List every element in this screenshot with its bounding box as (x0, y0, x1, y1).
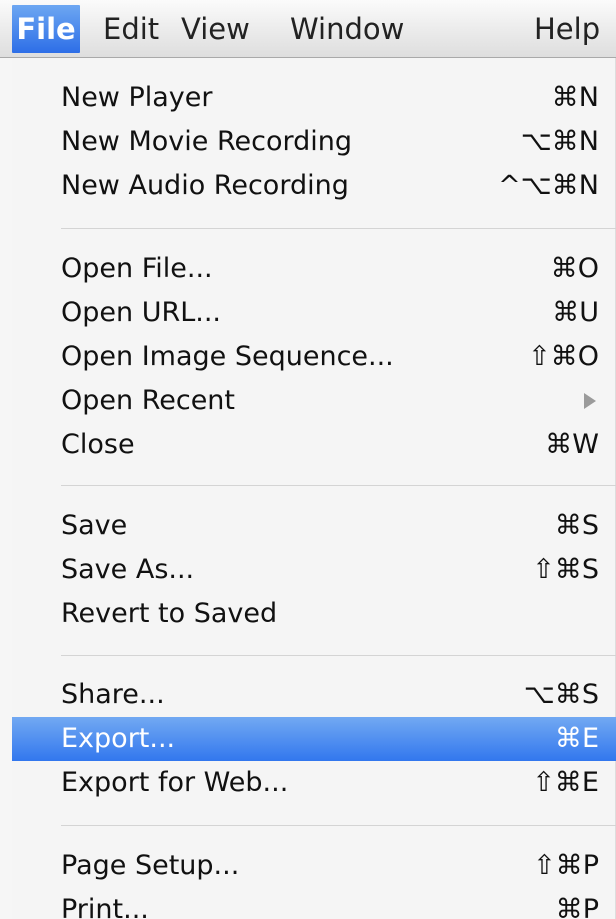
menu-item-open-file[interactable]: Open File... ⌘O (12, 247, 616, 291)
menu-item-label: Open Recent (61, 385, 236, 416)
keyboard-shortcut: ⌘O (550, 253, 599, 284)
menu-item-new-player[interactable]: New Player ⌘N (12, 76, 616, 120)
menu-item-label: Save (61, 510, 128, 541)
menu-item-print[interactable]: Print... ⌘P (12, 888, 616, 919)
menu-item-export[interactable]: Export... ⌘E (12, 717, 616, 761)
menu-item-label: Save As... (61, 554, 195, 585)
submenu-arrow-icon (584, 393, 596, 409)
keyboard-shortcut: ⌘W (545, 429, 599, 460)
keyboard-shortcut: ⌘P (555, 894, 599, 919)
menu-item-label: Open File... (61, 253, 213, 284)
menu-item-label: Print... (61, 894, 149, 919)
menu-separator (61, 485, 616, 486)
menu-window[interactable]: Window (290, 5, 404, 53)
menu-item-save[interactable]: Save ⌘S (12, 504, 616, 548)
keyboard-shortcut: ^⌥⌘N (498, 170, 599, 201)
menu-item-label: New Movie Recording (61, 126, 353, 157)
menu-bar: File Edit View Window Help (0, 0, 616, 58)
menu-separator (61, 228, 616, 229)
file-menu-dropdown: New Player ⌘N New Movie Recording ⌥⌘N Ne… (12, 58, 616, 919)
keyboard-shortcut: ⇧⌘P (533, 850, 599, 881)
menu-separator (61, 655, 616, 656)
menu-item-page-setup[interactable]: Page Setup... ⇧⌘P (12, 844, 616, 888)
keyboard-shortcut: ⌘U (552, 297, 599, 328)
menu-item-label: Close (61, 429, 135, 460)
menu-item-label: Open Image Sequence... (61, 341, 394, 372)
menu-item-label: Export... (61, 723, 176, 754)
menu-item-open-image-sequence[interactable]: Open Image Sequence... ⇧⌘O (12, 335, 616, 379)
menu-item-new-audio-recording[interactable]: New Audio Recording ^⌥⌘N (12, 164, 616, 208)
menu-item-close[interactable]: Close ⌘W (12, 423, 616, 467)
menu-item-open-recent[interactable]: Open Recent (12, 379, 616, 423)
keyboard-shortcut: ⌘N (551, 82, 599, 113)
menu-item-share[interactable]: Share... ⌥⌘S (12, 673, 616, 717)
menu-item-label: New Player (61, 82, 213, 113)
menu-item-revert-to-saved[interactable]: Revert to Saved (12, 592, 616, 636)
keyboard-shortcut: ⌘E (554, 723, 599, 754)
menu-item-label: Export for Web... (61, 767, 289, 798)
menu-file[interactable]: File (12, 5, 80, 53)
menu-item-label: Page Setup... (61, 850, 240, 881)
keyboard-shortcut: ⇧⌘O (528, 341, 599, 372)
keyboard-shortcut: ⌘S (554, 510, 599, 541)
menu-item-open-url[interactable]: Open URL... ⌘U (12, 291, 616, 335)
menu-separator (61, 825, 616, 826)
menu-item-save-as[interactable]: Save As... ⇧⌘S (12, 548, 616, 592)
menu-view[interactable]: View (181, 5, 250, 53)
menu-edit[interactable]: Edit (103, 5, 159, 53)
keyboard-shortcut: ⌥⌘S (523, 679, 599, 710)
menu-item-new-movie-recording[interactable]: New Movie Recording ⌥⌘N (12, 120, 616, 164)
menu-item-label: Revert to Saved (61, 598, 278, 629)
menu-item-label: Open URL... (61, 297, 222, 328)
keyboard-shortcut: ⇧⌘E (532, 767, 599, 798)
menu-item-label: Share... (61, 679, 165, 710)
menu-item-export-for-web[interactable]: Export for Web... ⇧⌘E (12, 761, 616, 805)
mac-menu-screen: File Edit View Window Help New Player ⌘N… (0, 0, 616, 919)
menu-help[interactable]: Help (534, 5, 600, 53)
keyboard-shortcut: ⌥⌘N (520, 126, 599, 157)
keyboard-shortcut: ⇧⌘S (532, 554, 599, 585)
menu-item-label: New Audio Recording (61, 170, 349, 201)
